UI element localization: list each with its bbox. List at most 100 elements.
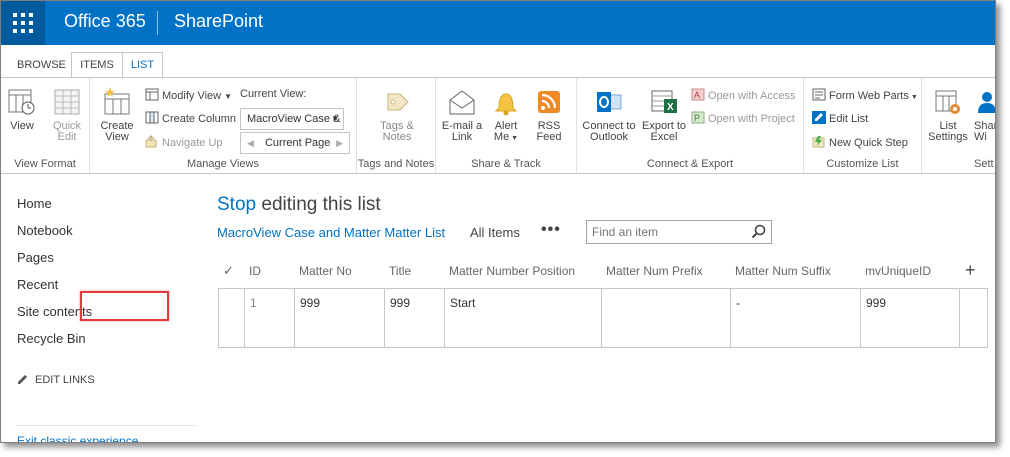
cell-title[interactable]: 999 xyxy=(385,289,445,318)
view-all-items-link[interactable]: All Items xyxy=(470,225,520,240)
pager-next-icon[interactable]: ▶ xyxy=(336,133,343,153)
new-cell-title[interactable] xyxy=(385,318,445,347)
col-header-matter-num-prefix[interactable]: Matter Num Prefix xyxy=(606,264,703,278)
new-quick-step-button[interactable]: New Quick Step xyxy=(812,135,908,149)
new-cell-extra[interactable] xyxy=(960,318,987,347)
new-cell-mvuniqueid[interactable] xyxy=(861,318,960,347)
table-row-new[interactable] xyxy=(218,318,988,348)
chevron-down-icon: ▼ xyxy=(509,135,519,142)
open-project-button[interactable]: P Open with Project xyxy=(691,111,795,125)
tab-browse[interactable]: BROWSE xyxy=(17,59,66,77)
nav-pages[interactable]: Pages xyxy=(17,250,54,265)
page-title: Stop editing this list xyxy=(217,194,381,216)
office365-brand-link[interactable]: Office 365 xyxy=(64,11,146,32)
cell-id: 1 xyxy=(245,289,295,318)
cell-extra[interactable] xyxy=(960,289,987,318)
page-title-rest: editing this list xyxy=(256,194,381,215)
new-cell-matter-no[interactable] xyxy=(295,318,385,347)
pencil-icon xyxy=(18,375,27,384)
navigate-up-button[interactable]: Navigate Up xyxy=(145,135,223,149)
new-row-select-cell[interactable] xyxy=(219,318,245,347)
select-all-checkmark-icon[interactable]: ✓ xyxy=(223,263,234,279)
quick-step-icon xyxy=(812,136,825,148)
exit-classic-link[interactable]: Exit classic experience xyxy=(17,434,138,442)
tab-list[interactable]: LIST xyxy=(122,52,163,78)
nav-recent[interactable]: Recent xyxy=(17,277,58,292)
edit-links-button[interactable]: EDIT LINKS xyxy=(17,373,95,386)
group-share-track: E-mail a Link Alert Me ▼ RSS Feed Share … xyxy=(436,78,577,173)
col-header-matter-no[interactable]: Matter No xyxy=(299,264,352,278)
new-cell-matter-num-prefix[interactable] xyxy=(602,318,731,347)
list-settings-label-2: Settings xyxy=(928,131,968,143)
quick-edit-icon xyxy=(54,89,80,115)
search-input[interactable] xyxy=(592,224,742,240)
alert-me-button[interactable]: Alert Me ▼ xyxy=(488,86,524,144)
app-launcher-button[interactable] xyxy=(1,1,45,45)
modify-view-button[interactable]: Modify View ▼ xyxy=(145,88,232,102)
new-cell-matter-number-position[interactable] xyxy=(445,318,602,347)
tags-notes-button[interactable]: Tags & Notes xyxy=(375,86,419,143)
export-excel-button[interactable]: X Export to Excel xyxy=(639,86,689,143)
create-column-button[interactable]: Create Column xyxy=(145,111,236,125)
excel-icon: X xyxy=(651,90,677,113)
list-settings-button[interactable]: List Settings xyxy=(926,86,970,143)
view-matter-list-link[interactable]: MacroView Case and Matter Matter List xyxy=(217,225,445,240)
access-icon: A xyxy=(691,88,705,101)
svg-text:X: X xyxy=(667,102,674,113)
col-header-id[interactable]: ID xyxy=(249,264,261,278)
ribbon-tab-row: BROWSE ITEMS LIST xyxy=(1,45,995,78)
connect-outlook-button[interactable]: Connect to Outlook xyxy=(581,86,637,143)
rss-feed-button[interactable]: RSS Feed xyxy=(532,86,566,143)
search-icon[interactable] xyxy=(751,224,767,240)
add-column-plus-icon[interactable]: + xyxy=(965,260,976,281)
rss-icon xyxy=(538,91,560,113)
col-header-title[interactable]: Title xyxy=(389,264,411,278)
pager-prev-icon[interactable]: ◀ xyxy=(247,138,254,148)
share-users-icon xyxy=(978,92,995,113)
group-tags-notes: Tags & Notes Tags and Notes xyxy=(357,78,436,173)
tab-items[interactable]: ITEMS xyxy=(71,52,123,77)
col-header-matter-num-suffix[interactable]: Matter Num Suffix xyxy=(735,264,831,278)
col-header-matter-number-position[interactable]: Matter Number Position xyxy=(449,264,575,278)
cell-matter-no[interactable]: 999 xyxy=(295,289,385,318)
nav-site-contents[interactable]: Site contents xyxy=(17,304,92,319)
stop-editing-link[interactable]: Stop xyxy=(217,194,256,215)
form-web-parts-button[interactable]: Form Web Parts ▼ xyxy=(812,88,918,102)
table-row[interactable]: 1 999 999 Start - 999 xyxy=(218,288,988,319)
outlook-icon xyxy=(597,92,622,112)
current-view-select[interactable]: MacroView Case & ▼ xyxy=(240,108,344,130)
svg-text:P: P xyxy=(694,113,700,123)
excel-label-2: Excel xyxy=(650,131,678,143)
col-header-mvuniqueid[interactable]: mvUniqueID xyxy=(865,264,931,278)
quick-edit-button[interactable]: Quick Edit xyxy=(49,86,85,143)
row-select-cell[interactable] xyxy=(219,289,245,318)
create-column-icon xyxy=(145,111,159,124)
waffle-icon xyxy=(13,13,33,33)
current-view-value: MacroView Case & xyxy=(247,113,341,125)
edit-list-button[interactable]: Edit List xyxy=(812,111,868,125)
cell-matter-num-prefix[interactable] xyxy=(602,289,731,318)
current-page-pager[interactable]: ◀ Current Page ▶ xyxy=(240,132,350,154)
navigate-up-icon xyxy=(145,135,157,148)
group-settings: List Settings Shar Wi Sett xyxy=(922,78,995,173)
nav-home[interactable]: Home xyxy=(17,196,52,211)
nav-notebook[interactable]: Notebook xyxy=(17,223,73,238)
new-cell-matter-num-suffix[interactable] xyxy=(731,318,861,347)
suite-bar: Office 365 SharePoint xyxy=(1,1,995,45)
quick-edit-label-2: Edit xyxy=(57,131,77,143)
view-icon xyxy=(8,89,35,115)
ribbon: View Quick Edit View Format Create View … xyxy=(1,77,995,174)
share-with-button[interactable]: Shar Wi xyxy=(974,86,995,143)
view-button[interactable]: View xyxy=(5,86,39,132)
open-access-button[interactable]: A Open with Access xyxy=(691,88,795,102)
nav-recycle-bin[interactable]: Recycle Bin xyxy=(17,331,86,346)
sharepoint-app-link[interactable]: SharePoint xyxy=(174,11,263,32)
cell-matter-number-position[interactable]: Start xyxy=(445,289,602,318)
edit-links-label: EDIT LINKS xyxy=(35,374,95,386)
email-link-button[interactable]: E-mail a Link xyxy=(440,86,484,143)
cell-matter-num-suffix[interactable]: - xyxy=(731,289,861,318)
create-view-button[interactable]: Create View xyxy=(98,86,136,143)
view-more-ellipsis[interactable]: ••• xyxy=(541,221,561,239)
cell-mvuniqueid[interactable]: 999 xyxy=(861,289,960,318)
group-label-connect-export: Connect & Export xyxy=(646,158,734,170)
